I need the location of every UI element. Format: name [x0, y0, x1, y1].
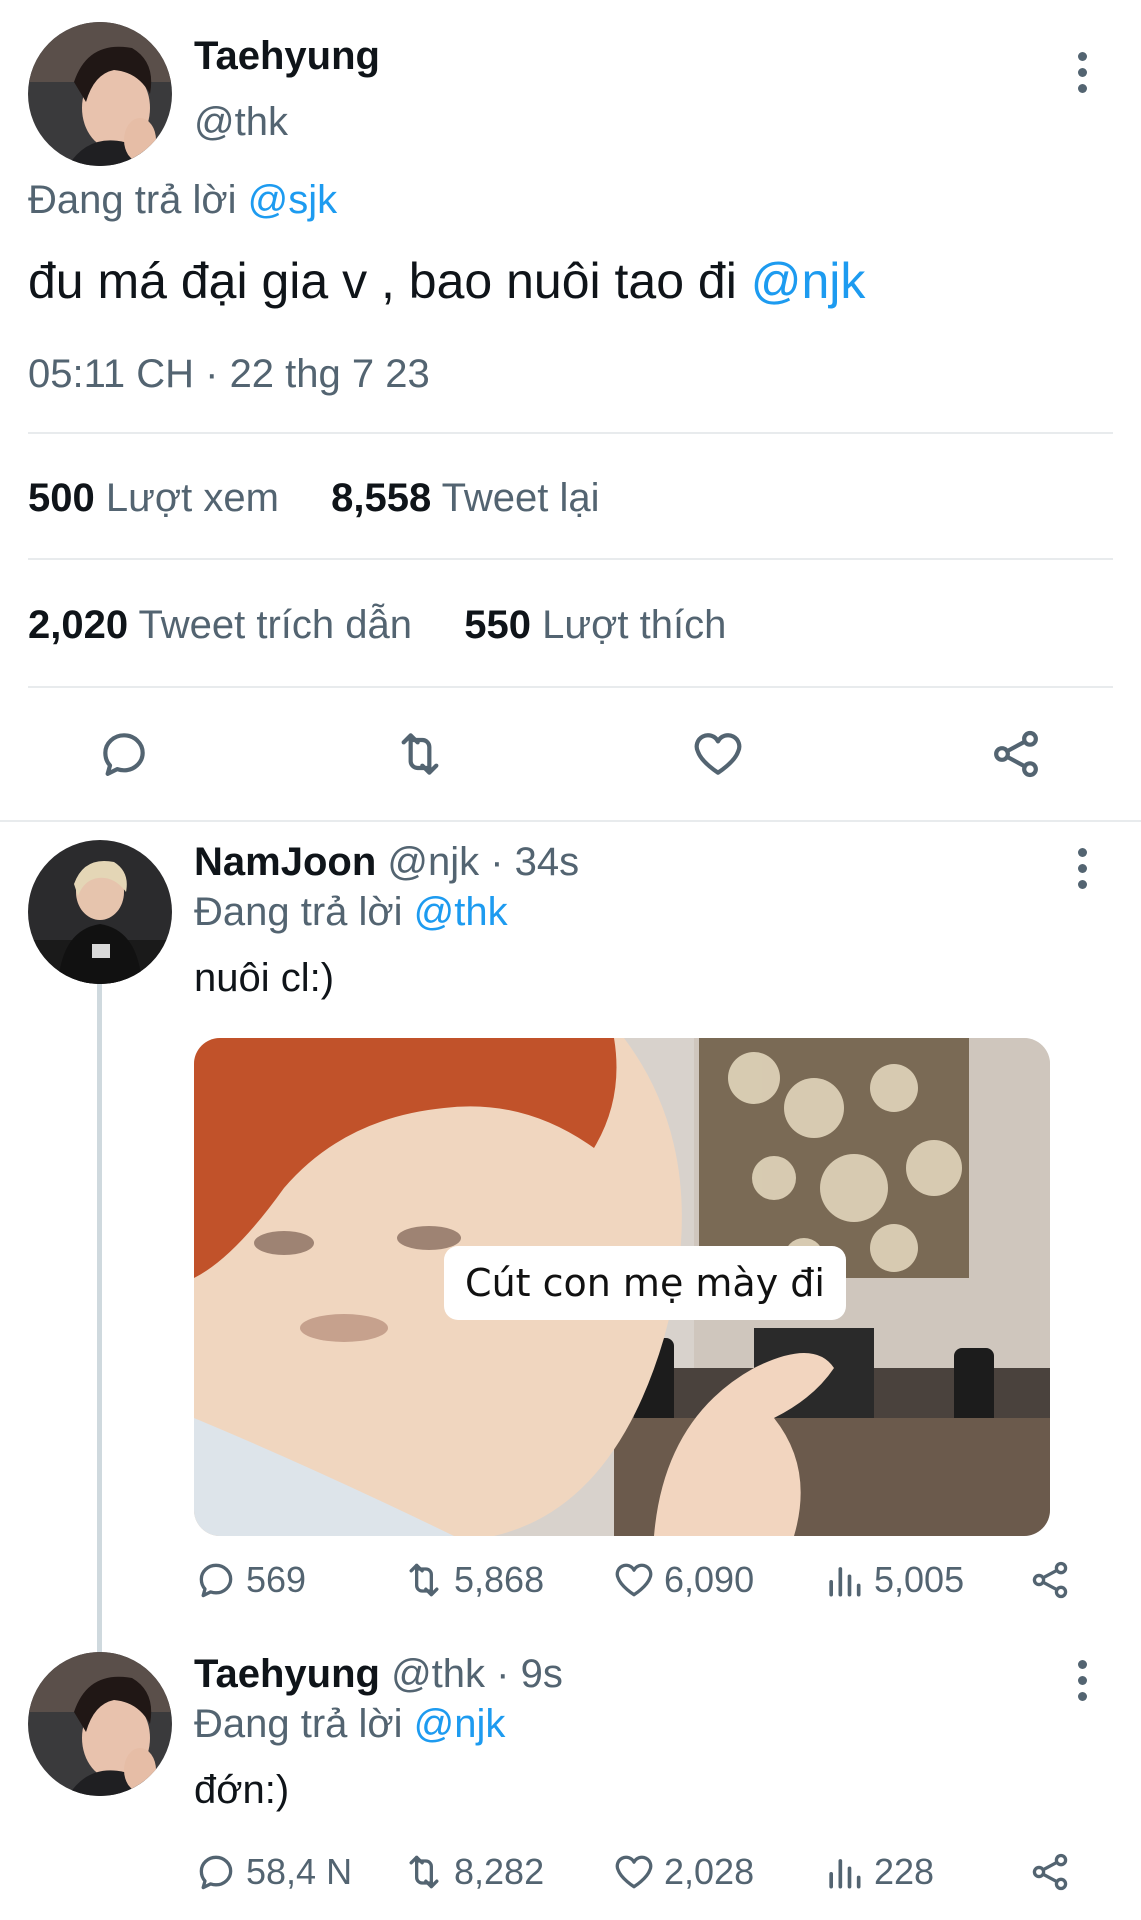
like-action[interactable]: 2,028	[612, 1850, 754, 1894]
share-action[interactable]	[1028, 1558, 1072, 1602]
likes-stat[interactable]: 550 Lượt thích	[464, 603, 726, 647]
reply1-header: NamJoon @njk · 34s	[194, 840, 579, 885]
retweet-action[interactable]: 8,282	[402, 1850, 544, 1894]
like-icon	[615, 1855, 653, 1889]
retweets-stat[interactable]: 8,558 Tweet lại	[331, 476, 599, 520]
reply-context: Đang trả lời @thk	[194, 890, 508, 935]
reply-count: 58,4 N	[246, 1851, 353, 1892]
thread-line	[97, 984, 102, 1652]
reply-icon[interactable]	[96, 726, 152, 787]
reply-action[interactable]: 58,4 N	[194, 1850, 352, 1894]
tweet-text: đớn:)	[194, 1768, 290, 1812]
stats-row-2: 2,020 Tweet trích dẫn 550 Lượt thích	[28, 603, 726, 648]
avatar-taehyung[interactable]	[28, 22, 172, 166]
reply-to-mention[interactable]: @sjk	[248, 178, 338, 222]
like-count: 6,090	[664, 1559, 755, 1600]
reply2-header: Taehyung @thk · 9s	[194, 1652, 563, 1697]
retweet-icon[interactable]	[392, 726, 448, 787]
more-icon[interactable]	[1076, 52, 1088, 93]
retweet-count: 5,868	[454, 1559, 545, 1600]
retweet-action[interactable]: 5,868	[402, 1558, 544, 1602]
share-icon[interactable]	[988, 726, 1044, 787]
share-icon	[1032, 1561, 1068, 1599]
reply-count: 569	[246, 1559, 307, 1600]
reply-to-mention[interactable]: @njk	[414, 1702, 506, 1746]
divider	[28, 686, 1113, 688]
views-icon	[829, 1859, 861, 1889]
like-icon	[615, 1563, 653, 1597]
more-icon[interactable]	[1076, 1660, 1088, 1701]
tweet-timestamp[interactable]: 05:11 CH · 22 thg 7 23	[28, 352, 430, 397]
reply-icon	[199, 1855, 233, 1890]
avatar-namjoon[interactable]	[28, 840, 172, 984]
reply-to-mention[interactable]: @thk	[414, 890, 508, 934]
reply-icon	[199, 1563, 233, 1598]
share-icon	[1032, 1853, 1068, 1891]
author-name[interactable]: NamJoon	[194, 840, 376, 884]
reply-prefix: Đang trả lời	[28, 178, 237, 222]
like-count: 2,028	[664, 1851, 755, 1892]
views-icon	[829, 1567, 861, 1597]
more-icon[interactable]	[1076, 848, 1088, 889]
reply-time[interactable]: · 34s	[490, 840, 579, 884]
views-action[interactable]: 228	[822, 1850, 934, 1894]
author-handle[interactable]: @njk	[387, 840, 479, 884]
retweet-icon	[409, 1855, 439, 1889]
like-action[interactable]: 6,090	[612, 1558, 754, 1602]
tweet-body: đu má đại gia v , bao nuôi tao đi	[28, 253, 737, 309]
divider	[28, 432, 1113, 434]
share-action[interactable]	[1028, 1850, 1072, 1894]
like-icon[interactable]	[690, 726, 746, 787]
tweet-text: nuôi cl:)	[194, 956, 335, 1000]
retweet-icon	[409, 1563, 439, 1597]
tweet-mention[interactable]: @njk	[751, 253, 866, 309]
reply-context: Đang trả lời @sjk	[28, 178, 337, 223]
reply-action[interactable]: 569	[194, 1558, 306, 1602]
author-name[interactable]: Taehyung	[194, 1652, 380, 1696]
tweet-text: đu má đại gia v , bao nuôi tao đi @njk	[28, 252, 865, 310]
retweet-count: 8,282	[454, 1851, 545, 1892]
tweet-media[interactable]: Cút con mẹ mày đi	[194, 1038, 1050, 1536]
avatar-taehyung[interactable]	[28, 1652, 172, 1796]
reply-prefix: Đang trả lời	[194, 890, 403, 934]
divider	[28, 558, 1113, 560]
reply-context: Đang trả lời @njk	[194, 1702, 505, 1747]
media-caption: Cút con mẹ mày đi	[465, 1261, 825, 1305]
views-action[interactable]: 5,005	[822, 1558, 964, 1602]
section-divider	[0, 820, 1141, 822]
stats-row-1: 500 Lượt xem 8,558 Tweet lại	[28, 476, 600, 521]
views-count: 228	[874, 1851, 935, 1892]
author-name[interactable]: Taehyung	[194, 34, 380, 79]
quotes-stat[interactable]: 2,020 Tweet trích dẫn	[28, 603, 423, 647]
author-handle[interactable]: @thk	[194, 100, 288, 145]
reply-prefix: Đang trả lời	[194, 1702, 403, 1746]
author-handle[interactable]: @thk	[391, 1652, 485, 1696]
reply-time[interactable]: · 9s	[496, 1652, 563, 1696]
views-stat[interactable]: 500 Lượt xem	[28, 476, 290, 520]
views-count: 5,005	[874, 1559, 965, 1600]
